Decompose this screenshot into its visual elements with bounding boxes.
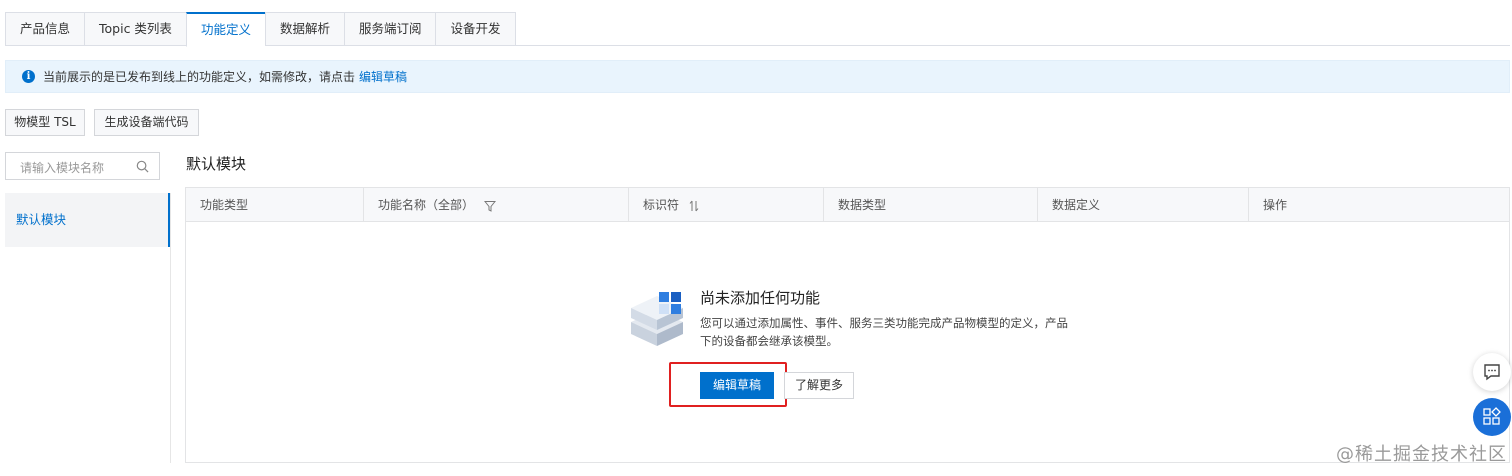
module-item-default[interactable]: 默认模块 — [5, 193, 170, 247]
column-data-definition: 数据定义 — [1038, 188, 1249, 222]
empty-cube-illustration — [631, 292, 683, 346]
tsl-button[interactable]: 物模型 TSL — [5, 109, 85, 136]
apps-grid-icon — [1483, 407, 1501, 425]
edit-draft-button[interactable]: 编辑草稿 — [700, 372, 774, 399]
tab-topic-list[interactable]: Topic 类列表 — [84, 12, 186, 46]
empty-description: 您可以通过添加属性、事件、服务三类功能完成产品物模型的定义，产品下的设备都会继承… — [700, 316, 1068, 348]
tab-function-definition[interactable]: 功能定义 — [185, 12, 265, 47]
watermark: @稀土掘金技术社区 — [1336, 444, 1507, 465]
module-search-placeholder: 请输入模块名称 — [20, 161, 105, 175]
module-list: 默认模块 — [5, 193, 171, 463]
column-identifier[interactable]: 标识符 — [629, 188, 824, 222]
chat-icon — [1484, 364, 1500, 381]
module-title: 默认模块 — [186, 155, 247, 173]
edit-draft-link[interactable]: 编辑草稿 — [359, 68, 407, 85]
tab-bar: 产品信息 Topic 类列表 功能定义 数据解析 服务端订阅 设备开发 — [5, 12, 1510, 47]
tab-device-development[interactable]: 设备开发 — [435, 12, 516, 46]
info-banner: i 当前展示的是已发布到线上的功能定义，如需修改，请点击 编辑草稿 — [5, 60, 1510, 93]
module-search-input[interactable]: 请输入模块名称 — [5, 152, 160, 180]
apps-float-button[interactable] — [1473, 398, 1511, 436]
tab-data-parsing[interactable]: 数据解析 — [264, 12, 344, 46]
banner-text: 当前展示的是已发布到线上的功能定义，如需修改，请点击 — [43, 70, 356, 84]
column-function-name[interactable]: 功能名称（全部） — [364, 188, 629, 222]
generate-device-code-button[interactable]: 生成设备端代码 — [94, 109, 199, 136]
search-icon[interactable] — [136, 160, 149, 173]
learn-more-button[interactable]: 了解更多 — [784, 372, 854, 399]
filter-icon[interactable] — [483, 200, 496, 212]
info-icon: i — [22, 70, 35, 83]
column-function-type: 功能类型 — [186, 188, 364, 222]
tab-product-info[interactable]: 产品信息 — [5, 12, 85, 46]
tab-server-subscription[interactable]: 服务端订阅 — [343, 12, 436, 46]
column-data-type: 数据类型 — [824, 188, 1038, 222]
table-header: 功能类型 功能名称（全部） 标识符 数据类型 数据定义 操作 — [186, 188, 1509, 222]
empty-title: 尚未添加任何功能 — [700, 289, 821, 307]
column-operations: 操作 — [1263, 198, 1288, 212]
chat-float-button[interactable] — [1473, 353, 1511, 391]
sort-icon[interactable] — [689, 200, 699, 212]
